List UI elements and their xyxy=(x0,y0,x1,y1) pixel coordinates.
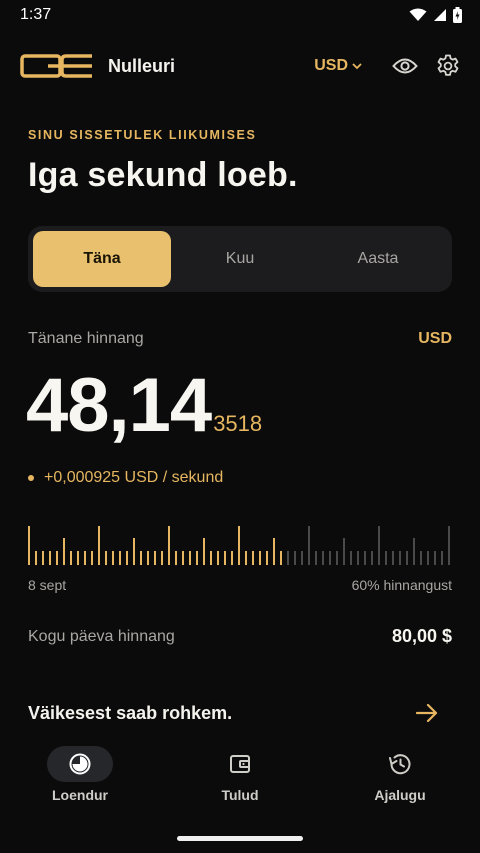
nav-label-history: Ajalugu xyxy=(374,787,426,803)
tab-month[interactable]: Kuu xyxy=(171,231,309,287)
currency-label: USD xyxy=(314,57,348,74)
status-time: 1:37 xyxy=(20,6,52,23)
chevron-down-icon xyxy=(352,63,362,70)
day-progress-ticks xyxy=(28,526,450,565)
app-header: Nulleuri USD xyxy=(20,44,460,88)
logo-mark xyxy=(20,54,92,78)
promo-link[interactable]: Väikesest saab rohkem. xyxy=(28,696,438,730)
earnings-main-value: 48,14 xyxy=(26,363,212,448)
rate-label: Tänane hinnang xyxy=(28,330,144,347)
rate-currency: USD xyxy=(418,330,452,347)
live-dot-icon xyxy=(28,475,34,481)
tab-today[interactable]: Täna xyxy=(33,231,171,287)
nav-history-icon-wrap xyxy=(367,746,433,782)
nav-item-income[interactable]: Tulud xyxy=(160,740,320,810)
tab-year[interactable]: Aasta xyxy=(309,231,447,287)
history-icon xyxy=(389,754,411,775)
progress-date: 8 sept xyxy=(28,577,67,593)
arrow-right-icon xyxy=(416,704,438,722)
home-indicator xyxy=(177,836,303,841)
hero-title: Iga sekund loeb. xyxy=(28,156,298,194)
total-value: 80,00 $ xyxy=(391,626,452,646)
nav-item-history[interactable]: Ajalugu xyxy=(320,740,480,810)
promo-text: Väikesest saab rohkem. xyxy=(28,702,233,723)
bottom-nav: Loendur Tulud Ajalugu xyxy=(0,740,480,810)
nav-label-income: Tulud xyxy=(221,787,259,803)
signal-icon xyxy=(434,9,446,21)
nav-counter-icon-wrap xyxy=(47,746,113,782)
period-tabs: Täna Kuu Aasta xyxy=(28,226,452,292)
rate-per-second-text: +0,000925 USD / sekund xyxy=(44,469,224,486)
currency-selector[interactable]: USD xyxy=(314,57,362,75)
wifi-icon xyxy=(409,8,427,21)
app-name: Nulleuri xyxy=(108,55,176,76)
status-icons xyxy=(409,7,462,23)
battery-icon xyxy=(453,7,462,23)
eye-icon xyxy=(392,58,418,74)
progress-percent: 60% hinnangust xyxy=(351,577,452,593)
settings-button[interactable] xyxy=(436,54,460,78)
earnings-decimals: 3518 xyxy=(213,411,263,436)
nav-label-counter: Loendur xyxy=(52,787,108,803)
status-bar: 1:37 xyxy=(0,0,480,30)
wallet-icon xyxy=(230,755,250,773)
nav-income-icon-wrap xyxy=(207,746,273,782)
gear-icon xyxy=(437,54,459,76)
earnings-counter: 48,14 3518 xyxy=(26,362,262,449)
visibility-toggle-button[interactable] xyxy=(392,57,418,75)
nav-item-counter[interactable]: Loendur xyxy=(0,740,160,810)
total-label: Kogu päeva hinnang xyxy=(28,628,175,645)
section-eyebrow: SINU SISSETULEK LIIKUMISES xyxy=(28,128,257,142)
app-logo xyxy=(20,53,94,79)
counter-icon xyxy=(69,753,91,775)
rate-per-second: +0,000925 USD / sekund xyxy=(28,469,223,487)
